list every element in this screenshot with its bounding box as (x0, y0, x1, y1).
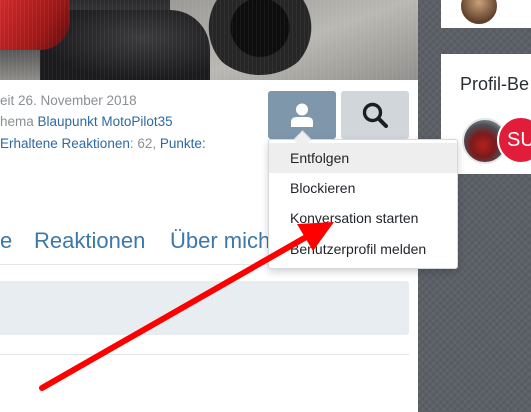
search-button[interactable] (341, 91, 409, 139)
menu-item-block[interactable]: Blockieren (269, 173, 457, 203)
user-actions-dropdown: Entfolgen Blockieren Konversation starte… (268, 130, 458, 269)
search-icon (362, 102, 388, 128)
stats-comma: , (152, 136, 160, 151)
points-separator: : (201, 136, 206, 151)
menu-item-start-conversation[interactable]: Konversation starten (269, 203, 457, 233)
tab-reaktionen[interactable]: Reaktionen (34, 228, 145, 254)
menu-item-unfollow[interactable]: Entfolgen (269, 143, 457, 173)
tab-partial[interactable]: e (0, 228, 12, 254)
last-topic-prefix: hema (0, 114, 38, 129)
menu-item-report-profile[interactable]: Benutzerprofil melden (269, 234, 457, 264)
filter-bar (0, 281, 409, 335)
member-since-text: eit 26. November 2018 (0, 93, 137, 108)
cover-photo (0, 0, 418, 80)
last-topic-line: hema Blaupunkt MotoPilot35 (0, 114, 173, 129)
tab-ueber-mich[interactable]: Über mich (170, 228, 270, 254)
stats-line: Erhaltene Reaktionen: 62, Punkte: (0, 136, 206, 151)
last-topic-link[interactable]: Blaupunkt MotoPilot35 (38, 114, 173, 129)
avatar[interactable] (459, 0, 499, 26)
list-divider (0, 354, 409, 355)
reactions-label-link[interactable]: Erhaltene Reaktionen (0, 136, 130, 151)
reactions-count: 62 (137, 136, 153, 151)
sidebar-card-title: Profil-Be (460, 74, 530, 94)
user-icon (291, 103, 313, 127)
points-label-link[interactable]: Punkte (160, 136, 202, 151)
sidebar-card-top (441, 0, 531, 28)
avatar-initials[interactable]: SU (497, 116, 531, 164)
